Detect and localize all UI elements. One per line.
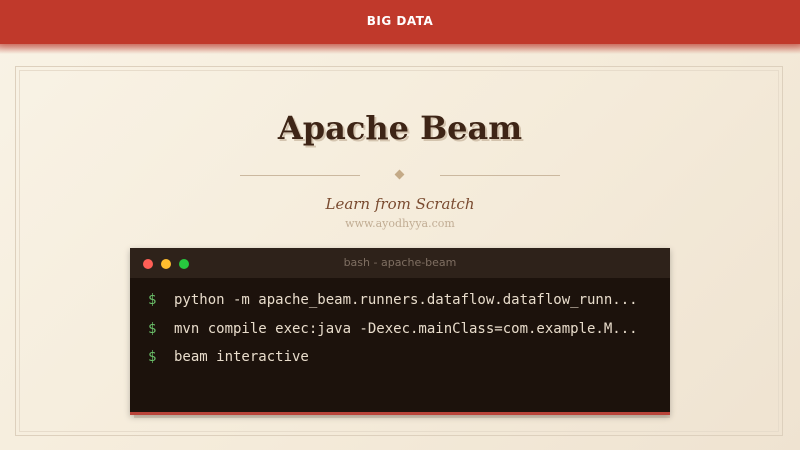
divider-left-line bbox=[240, 175, 360, 176]
subtitle: Learn from Scratch bbox=[325, 195, 475, 213]
command-text: python -m apache_beam.runners.dataflow.d… bbox=[174, 292, 638, 308]
command-text: beam interactive bbox=[174, 349, 309, 365]
terminal-window: bash - apache-beam $ python -m apache_bea… bbox=[130, 248, 670, 415]
prompt-symbol: $ bbox=[148, 349, 157, 365]
prompt-symbol: $ bbox=[148, 292, 157, 308]
terminal-titlebar: bash - apache-beam bbox=[130, 248, 670, 278]
page-title: Apache Beam bbox=[277, 109, 523, 147]
terminal-line: $ python -m apache_beam.runners.dataflow.… bbox=[148, 290, 668, 310]
command-text: mvn compile exec:java -Dexec.mainClass=c… bbox=[174, 321, 638, 337]
terminal-line: $ mvn compile exec:java -Dexec.mainClass=… bbox=[148, 319, 668, 339]
top-banner-shadow bbox=[0, 44, 800, 54]
banner-title: BIG DATA bbox=[366, 14, 434, 28]
prompt-symbol: $ bbox=[148, 321, 157, 337]
terminal-line: $ beam interactive bbox=[148, 347, 668, 367]
terminal-title: bash - apache-beam bbox=[343, 256, 457, 269]
divider-right-line bbox=[440, 175, 560, 176]
website-text: www.ayodhyya.com bbox=[345, 217, 455, 230]
